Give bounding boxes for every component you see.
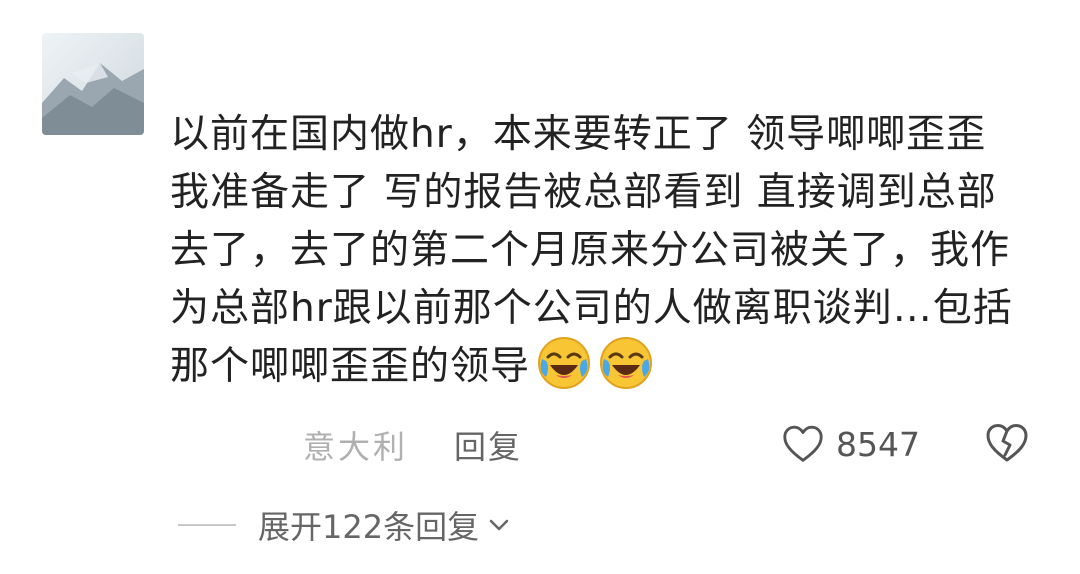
laughing-crying-emoji-icon — [536, 335, 592, 391]
like-count: 8547 — [836, 424, 920, 464]
heart-outline-icon — [783, 425, 823, 462]
comment-line: 去了，去了的第二个月原来分公司被关了，我作 — [170, 228, 1011, 273]
location-label: 意大利 — [303, 428, 409, 466]
chevron-down-icon — [489, 519, 509, 531]
comment-body: 以前在国内做hr，本来要转正了 领导唧唧歪歪 我准备走了 写的报告被总部看到 直… — [170, 102, 1050, 392]
expand-replies-label: 展开122条回复 — [258, 508, 480, 546]
comment-line: 我准备走了 写的报告被总部看到 直接调到总部 — [170, 170, 997, 215]
avatar-image — [42, 33, 144, 135]
expand-replies[interactable]: 展开122条回复 — [178, 502, 511, 548]
like-button[interactable]: 8547 — [780, 418, 920, 470]
avatar[interactable] — [42, 33, 144, 135]
comment-line: 以前在国内做hr，本来要转正了 领导唧唧歪歪 — [170, 112, 987, 157]
reply-button[interactable]: 回复 — [454, 422, 522, 468]
dislike-button[interactable] — [983, 419, 1031, 467]
comment-meta: 意大利 回复 — [303, 420, 522, 470]
broken-heart-icon — [986, 424, 1028, 462]
laughing-crying-emoji-icon — [598, 335, 654, 391]
divider-line — [178, 524, 236, 526]
comment-line-text: 那个唧唧歪歪的领导 — [170, 344, 531, 389]
comment-line: 为总部hr跟以前那个公司的人做离职谈判…包括 — [170, 286, 1013, 331]
comment-line-last: 那个唧唧歪歪的领导 — [170, 334, 1050, 392]
